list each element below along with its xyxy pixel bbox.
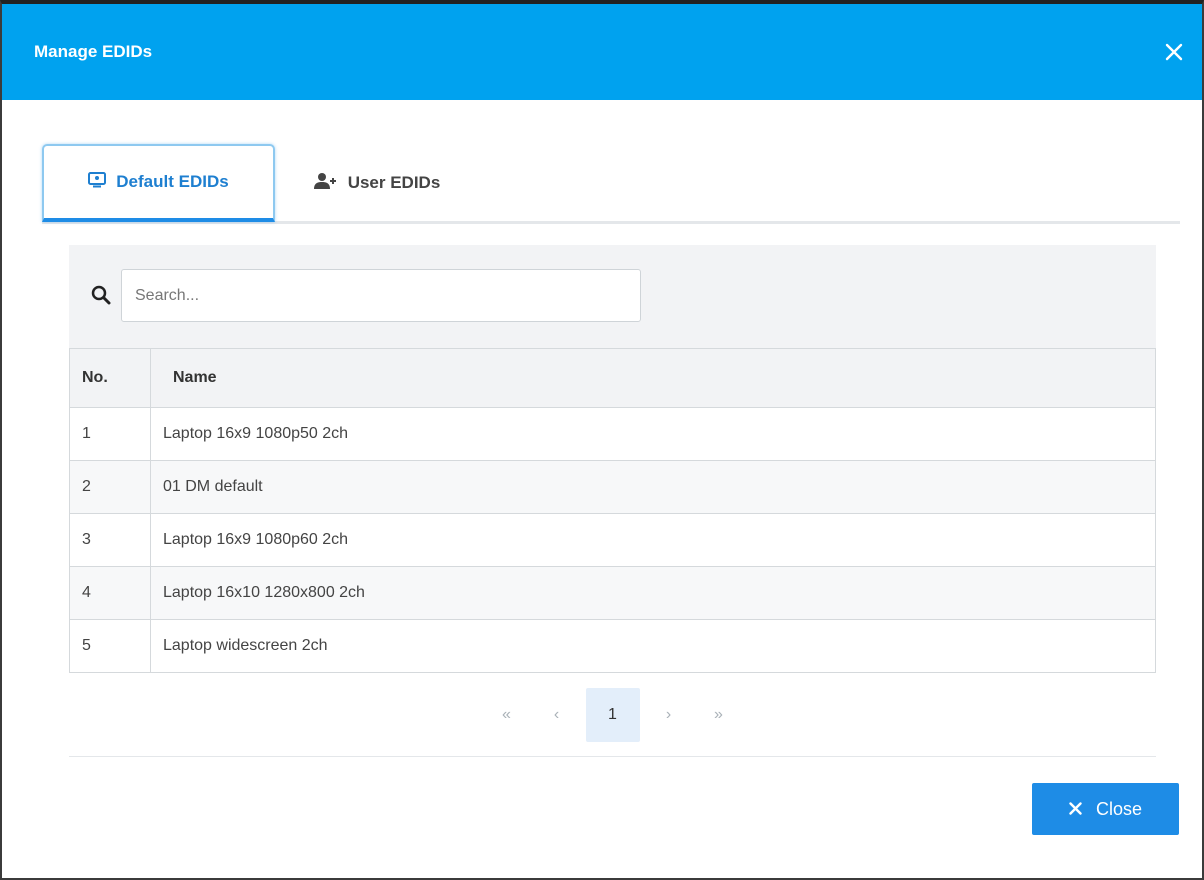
last-page-button[interactable]: » — [694, 688, 744, 742]
pagination: « ‹ 1 › » — [69, 687, 1156, 743]
dialog-header: Manage EDIDs — [2, 4, 1202, 100]
page-number-button[interactable]: 1 — [585, 688, 640, 742]
first-page-button[interactable]: « — [482, 688, 532, 742]
row-number: 4 — [69, 566, 151, 620]
next-page-button[interactable]: › — [644, 688, 694, 742]
search-icon — [91, 285, 111, 310]
row-number: 3 — [69, 513, 151, 567]
column-header-name[interactable]: Name — [150, 348, 1156, 408]
close-button-label: Close — [1095, 798, 1143, 819]
close-button[interactable]: Close — [1032, 783, 1179, 835]
search-input[interactable] — [121, 269, 641, 322]
close-icon[interactable] — [1160, 38, 1188, 66]
column-header-no[interactable]: No. — [69, 348, 151, 408]
user-plus-icon — [313, 172, 338, 195]
tab-label: Default EDIDs — [116, 172, 229, 191]
edid-table: No. Name 1 Laptop 16x9 1080p50 2ch 2 01 … — [69, 348, 1156, 673]
search-bar — [69, 245, 1156, 348]
row-number: 5 — [69, 619, 151, 673]
row-name: Laptop 16x10 1280x800 2ch — [150, 566, 1156, 620]
table-row[interactable]: 2 01 DM default — [69, 460, 1156, 514]
footer-divider — [69, 756, 1156, 757]
row-number: 2 — [69, 460, 151, 514]
table-row[interactable]: 3 Laptop 16x9 1080p60 2ch — [69, 513, 1156, 567]
table-row[interactable]: 4 Laptop 16x10 1280x800 2ch — [69, 566, 1156, 620]
tab-bar: Default EDIDs User EDIDs — [42, 144, 1180, 224]
edid-list-panel: No. Name 1 Laptop 16x9 1080p50 2ch 2 01 … — [69, 245, 1156, 758]
tab-user-edids[interactable]: User EDIDs — [292, 144, 462, 222]
row-number: 1 — [69, 407, 151, 461]
prev-page-button[interactable]: ‹ — [532, 688, 582, 742]
row-name: 01 DM default — [150, 460, 1156, 514]
close-icon — [1069, 799, 1082, 820]
manage-edids-dialog: Manage EDIDs Default EDIDs User EDIDs Se… — [0, 0, 1204, 880]
row-name: Laptop 16x9 1080p50 2ch — [150, 407, 1156, 461]
tab-label: User EDIDs — [347, 173, 441, 192]
tab-default-edids[interactable]: Default EDIDs — [42, 144, 275, 222]
table-header-row: No. Name — [69, 348, 1156, 408]
row-name: Laptop 16x9 1080p60 2ch — [150, 513, 1156, 567]
row-name: Laptop widescreen 2ch — [150, 619, 1156, 673]
dialog-title: Manage EDIDs — [34, 42, 153, 61]
monitor-icon — [88, 171, 107, 193]
table-row[interactable]: 1 Laptop 16x9 1080p50 2ch — [69, 407, 1156, 461]
table-row[interactable]: 5 Laptop widescreen 2ch — [69, 619, 1156, 673]
